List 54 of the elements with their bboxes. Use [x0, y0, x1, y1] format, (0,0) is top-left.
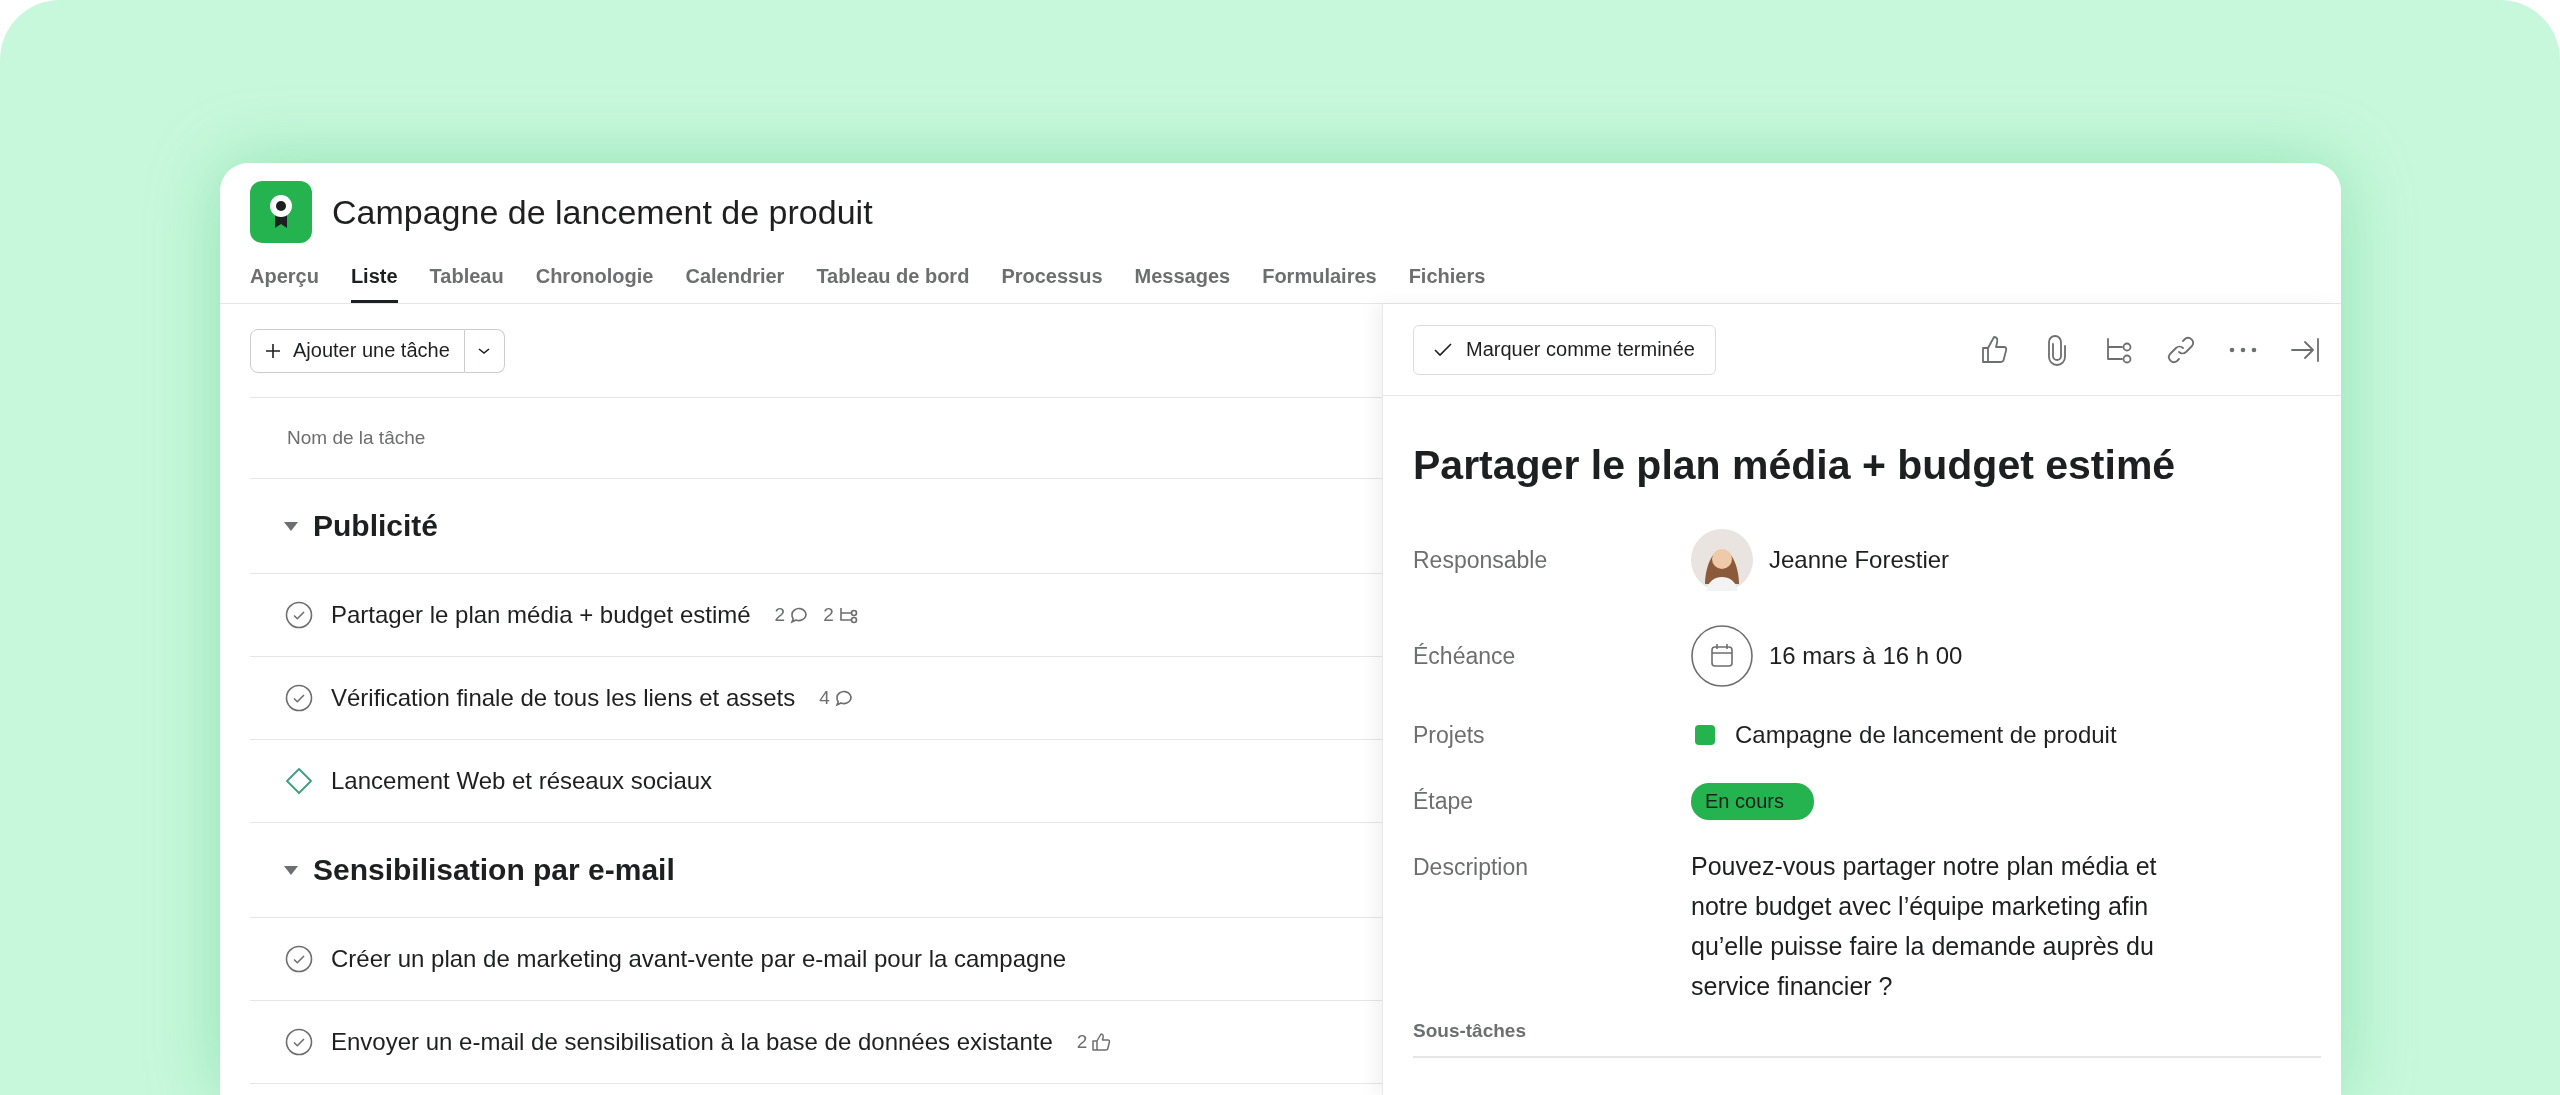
assignee-name: Jeanne Forestier [1769, 546, 1950, 574]
description-text: Pouvez-vous partager notre plan média et notre budget avec l’équipe marketing afin qu’elle puisse faire la demande auprès du service financier ? [1691, 851, 2158, 1002]
field-label: Étape [1413, 788, 1475, 815]
tab[interactable]: Fichiers [1408, 257, 1486, 303]
task-name[interactable]: Partager le plan média + budget estimé [331, 601, 751, 629]
tab[interactable]: Formulaires [1262, 257, 1377, 303]
check-circle-icon[interactable] [285, 1028, 313, 1056]
field-label: Échéance [1413, 642, 1517, 670]
add-task-button[interactable]: Ajouter une tâche [250, 328, 465, 373]
badge-count: 2 [1076, 1031, 1088, 1053]
task-name[interactable]: Envoyer un e-mail de sensibilisation à la base de données existante [331, 1028, 1053, 1056]
check-circle-icon[interactable] [285, 601, 313, 629]
thumbs-up-icon [1091, 1032, 1112, 1052]
section-title: Sensibilisation par e-mail [313, 853, 675, 887]
check-circle-icon[interactable] [285, 945, 313, 973]
tab[interactable]: Calendrier [685, 257, 785, 303]
caret-icon [477, 345, 492, 356]
project-name[interactable]: Campagne de lancement de produit [1735, 721, 2117, 749]
tab[interactable]: Messages [1134, 257, 1231, 303]
task-name[interactable]: Vérification finale de tous les liens et assets [331, 684, 796, 712]
tab[interactable]: Tableau [429, 257, 504, 303]
tab[interactable]: Tableau de bord [816, 257, 970, 303]
field-label: Responsable [1413, 546, 1549, 574]
plus-icon [265, 342, 281, 359]
check-circle-icon[interactable] [285, 684, 313, 712]
badge-count: 2 [823, 604, 834, 626]
award-icon [268, 194, 294, 230]
tab[interactable]: Processus [1001, 257, 1103, 303]
subtask-icon [837, 605, 860, 625]
avatar-icon [1691, 529, 1753, 591]
column-header: Nom de la tâche [287, 427, 426, 449]
status-pill[interactable]: En cours [1691, 783, 1814, 820]
tab[interactable]: Liste [350, 257, 398, 303]
caret-icon[interactable] [283, 520, 299, 532]
due-date: 16 mars à 16 h 00 [1769, 642, 1963, 670]
task-name[interactable]: Lancement Web et réseaux sociaux [331, 767, 713, 795]
task-title: Partager le plan média + budget estimé [1412, 441, 2177, 489]
caret-icon[interactable] [283, 864, 299, 876]
tab[interactable]: Aperçu [250, 257, 319, 303]
section-title: Publicité [313, 509, 439, 543]
comment-icon [789, 605, 810, 625]
subtasks-heading: Sous-tâches [1412, 1019, 1527, 1042]
comment-icon [833, 688, 854, 708]
project-title: Campagne de lancement de produit [332, 192, 873, 232]
diamond-icon[interactable] [285, 767, 313, 795]
tab[interactable]: Chronologie [535, 257, 654, 303]
field-label: Description [1413, 854, 1530, 881]
task-name[interactable]: Créer un plan de marketing avant-vente par e-mail pour la campagne [331, 945, 1067, 973]
calendar-icon[interactable] [1691, 625, 1753, 687]
badge-count: 4 [819, 687, 830, 709]
check-icon [1434, 342, 1452, 357]
badge-count: 2 [774, 604, 786, 626]
mark-complete-button[interactable]: Marquer comme terminée [1413, 324, 1716, 375]
field-label: Projets [1413, 721, 1486, 749]
